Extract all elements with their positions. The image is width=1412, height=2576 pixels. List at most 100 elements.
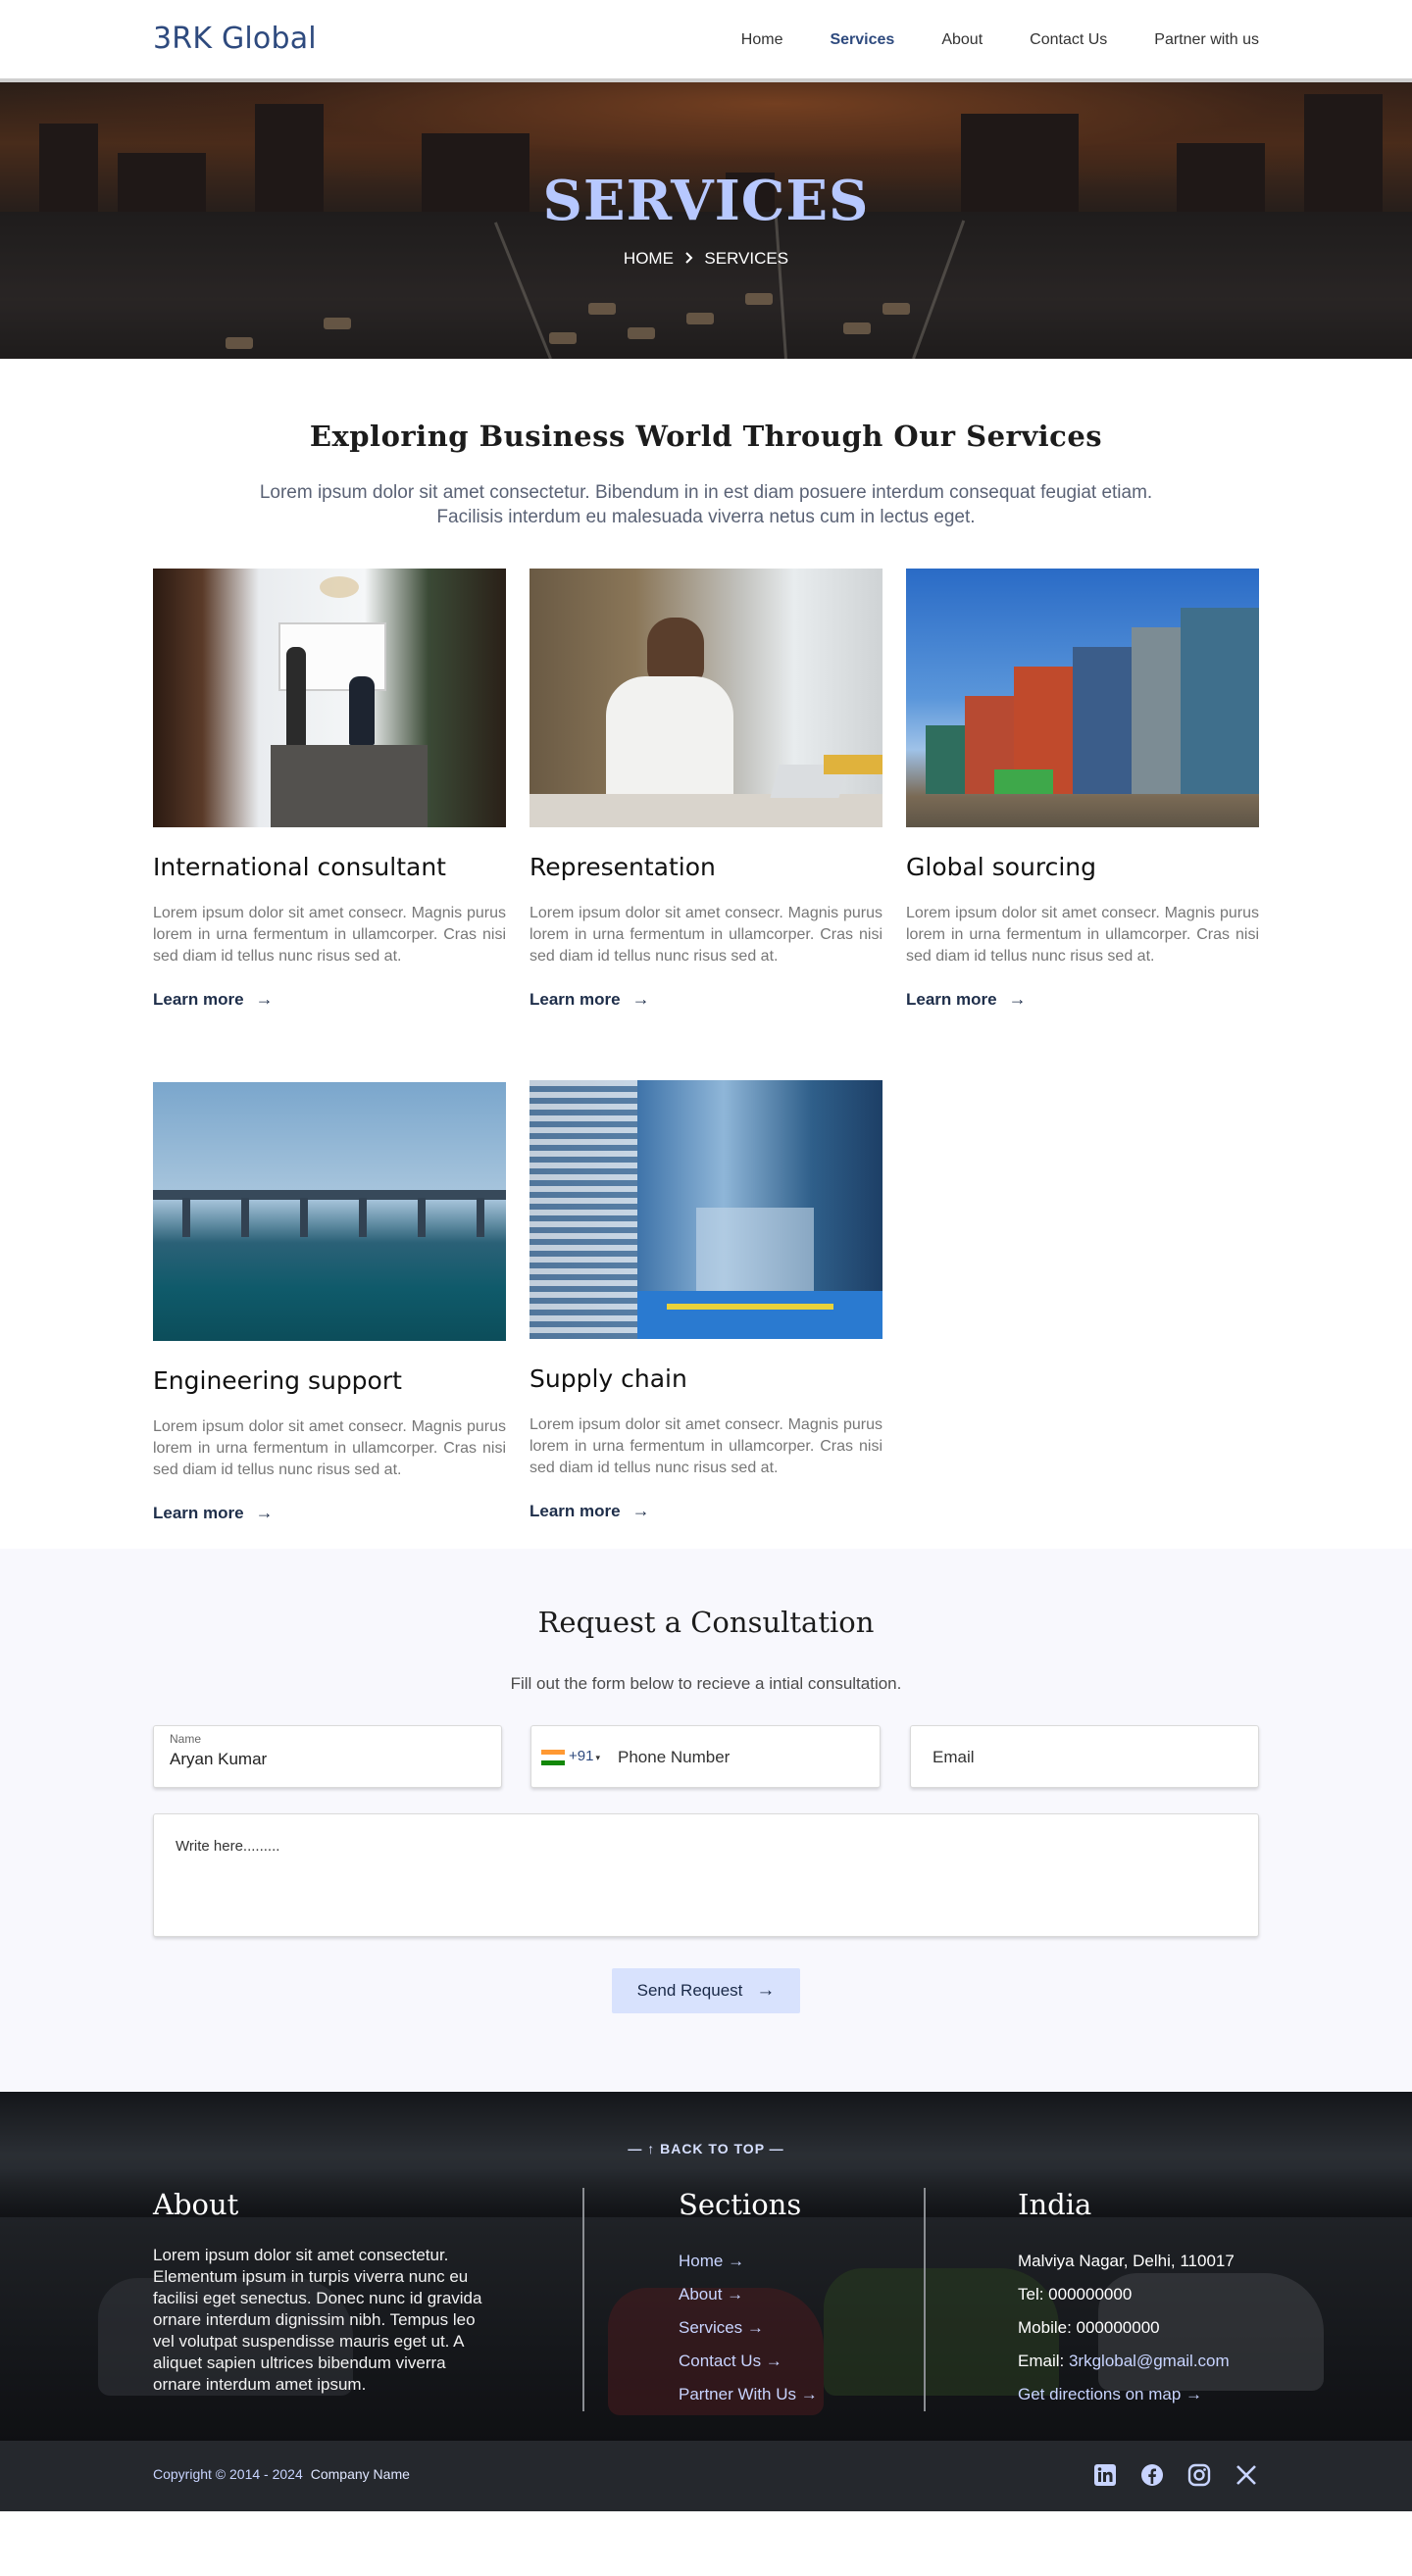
nav-partner[interactable]: Partner with us [1154,31,1259,49]
nav-about[interactable]: About [941,31,983,49]
footer-directions-link[interactable]: Get directions on map → [1018,2378,1235,2411]
service-image-man-phone [530,569,882,827]
footer-divider [924,2188,926,2411]
service-card: Engineering support Lorem ipsum dolor si… [153,1082,506,1523]
learn-more-label: Learn more [153,1503,244,1522]
learn-more-label: Learn more [530,989,621,1009]
site-footer: — ↑ BACK TO TOP — About Lorem ipsum dolo… [0,2092,1412,2441]
nav-contact-us[interactable]: Contact Us [1030,31,1107,49]
learn-more-link[interactable]: Learn more → [906,989,1027,1010]
caret-down-icon: ▾ [595,1753,600,1762]
service-card: Representation Lorem ipsum dolor sit ame… [530,569,882,1010]
service-title: Supply chain [530,1364,687,1393]
nav-home[interactable]: Home [741,31,783,49]
arrow-right-icon: → [631,989,650,1009]
copyright: Copyright © 2014 - 2024 Company Name [153,2466,410,2482]
learn-more-label: Learn more [530,1501,621,1520]
footer-divider [582,2188,584,2411]
instagram-icon[interactable] [1186,2462,1212,2488]
services-grid: International consultant Lorem ipsum dol… [153,569,1259,1549]
footer-tel: Tel: 000000000 [1018,2285,1133,2304]
breadcrumb-home[interactable]: HOME [624,249,674,268]
service-title: International consultant [153,853,446,881]
footer-about-text: Lorem ipsum dolor sit amet consectetur. … [153,2246,482,2394]
service-card: Supply chain Lorem ipsum dolor sit amet … [530,1080,882,1521]
arrow-right-icon: → [255,989,274,1009]
service-image-office [153,569,506,827]
footer-link-about[interactable]: About → [679,2278,818,2311]
back-to-top-link[interactable]: — ↑ BACK TO TOP — [0,2141,1412,2156]
consultation-subtitle: Fill out the form below to recieve a int… [510,1674,902,1693]
learn-more-link[interactable]: Learn more → [153,1503,274,1523]
footer-sections: Sections Home → About → Services → Conta… [679,2188,818,2411]
service-title: Global sourcing [906,853,1096,881]
footer-email-label: Email: [1018,2352,1069,2370]
arrow-right-icon: → [1008,989,1027,1009]
main-nav: Home Services About Contact Us Partner w… [694,31,1259,49]
name-value: Aryan Kumar [170,1750,268,1768]
hero-banner: SERVICES HOME SERVICES [0,82,1412,359]
footer-sections-title: Sections [679,2188,802,2221]
arrow-right-icon: → [255,1503,274,1522]
facebook-icon[interactable] [1139,2462,1165,2488]
social-links [1092,2462,1259,2488]
message-placeholder: Write here......... [176,1838,280,1855]
linkedin-icon[interactable] [1092,2462,1118,2488]
country-code-select[interactable]: +91 ▾ [569,1748,600,1764]
service-title: Representation [530,853,716,881]
service-text: Lorem ipsum dolor sit amet consecr. Magn… [153,905,506,965]
send-request-button[interactable]: Send Request → [612,1968,800,2013]
phone-placeholder: Phone Number [618,1748,731,1766]
email-placeholder: Email [933,1748,975,1766]
service-text: Lorem ipsum dolor sit amet consecr. Magn… [906,905,1259,965]
service-image-bridge [153,1082,506,1341]
footer-email-row: Email: 3rkglobal@gmail.com [1018,2345,1235,2378]
footer-contact: India Malviya Nagar, Delhi, 110017 Tel: … [1018,2188,1235,2411]
nav-services[interactable]: Services [830,31,894,49]
consultation-section: Request a Consultation Fill out the form… [0,1549,1412,2092]
service-card: Global sourcing Lorem ipsum dolor sit am… [906,569,1259,1010]
company-name[interactable]: Company Name [311,2466,410,2482]
consultation-title: Request a Consultation [537,1606,875,1639]
arrow-right-icon: → [756,1980,776,2001]
learn-more-label: Learn more [153,989,244,1009]
footer-email-link[interactable]: 3rkglobal@gmail.com [1069,2352,1230,2370]
country-code: +91 [569,1748,594,1764]
x-icon[interactable] [1234,2462,1259,2488]
learn-more-label: Learn more [906,989,997,1009]
footer-link-partner[interactable]: Partner With Us → [679,2378,818,2411]
footer-link-home[interactable]: Home → [679,2245,818,2278]
service-image-containers [906,569,1259,827]
learn-more-link[interactable]: Learn more → [153,989,274,1010]
logo[interactable]: 3RK Global [153,22,317,56]
phone-field[interactable]: +91 ▾ Phone Number [530,1725,881,1788]
send-request-label: Send Request [636,1981,743,2000]
footer-bottom-bar: Copyright © 2014 - 2024 Company Name [0,2441,1412,2511]
copyright-text: Copyright © 2014 - 2024 [153,2466,303,2482]
chevron-right-icon [684,249,699,268]
footer-link-services[interactable]: Services → [679,2311,818,2345]
service-text: Lorem ipsum dolor sit amet consecr. Magn… [530,905,882,965]
service-title: Engineering support [153,1366,402,1395]
service-card: International consultant Lorem ipsum dol… [153,569,506,1010]
learn-more-link[interactable]: Learn more → [530,989,650,1010]
site-header: 3RK Global Home Services About Contact U… [0,0,1412,82]
footer-mobile: Mobile: 000000000 [1018,2318,1160,2337]
message-textarea[interactable]: Write here......... [153,1813,1259,1937]
footer-link-contact-us[interactable]: Contact Us → [679,2345,818,2378]
breadcrumb-current: SERVICES [704,249,789,268]
name-label: Name [170,1732,202,1746]
footer-about: About Lorem ipsum dolor sit amet consect… [153,2188,496,2396]
footer-india-title: India [1018,2188,1092,2221]
service-text: Lorem ipsum dolor sit amet consecr. Magn… [530,1416,882,1476]
section-description: Lorem ipsum dolor sit amet consectetur. … [259,482,1153,527]
breadcrumb: HOME SERVICES [0,249,1412,269]
section-title: Exploring Business World Through Our Ser… [309,420,1103,453]
footer-about-title: About [153,2188,239,2221]
page-title: SERVICES [542,169,870,233]
learn-more-link[interactable]: Learn more → [530,1501,650,1521]
email-field[interactable]: Email [910,1725,1259,1788]
name-field[interactable]: Name Aryan Kumar [153,1725,502,1788]
india-flag-icon[interactable] [541,1750,565,1765]
arrow-right-icon: → [631,1501,650,1520]
